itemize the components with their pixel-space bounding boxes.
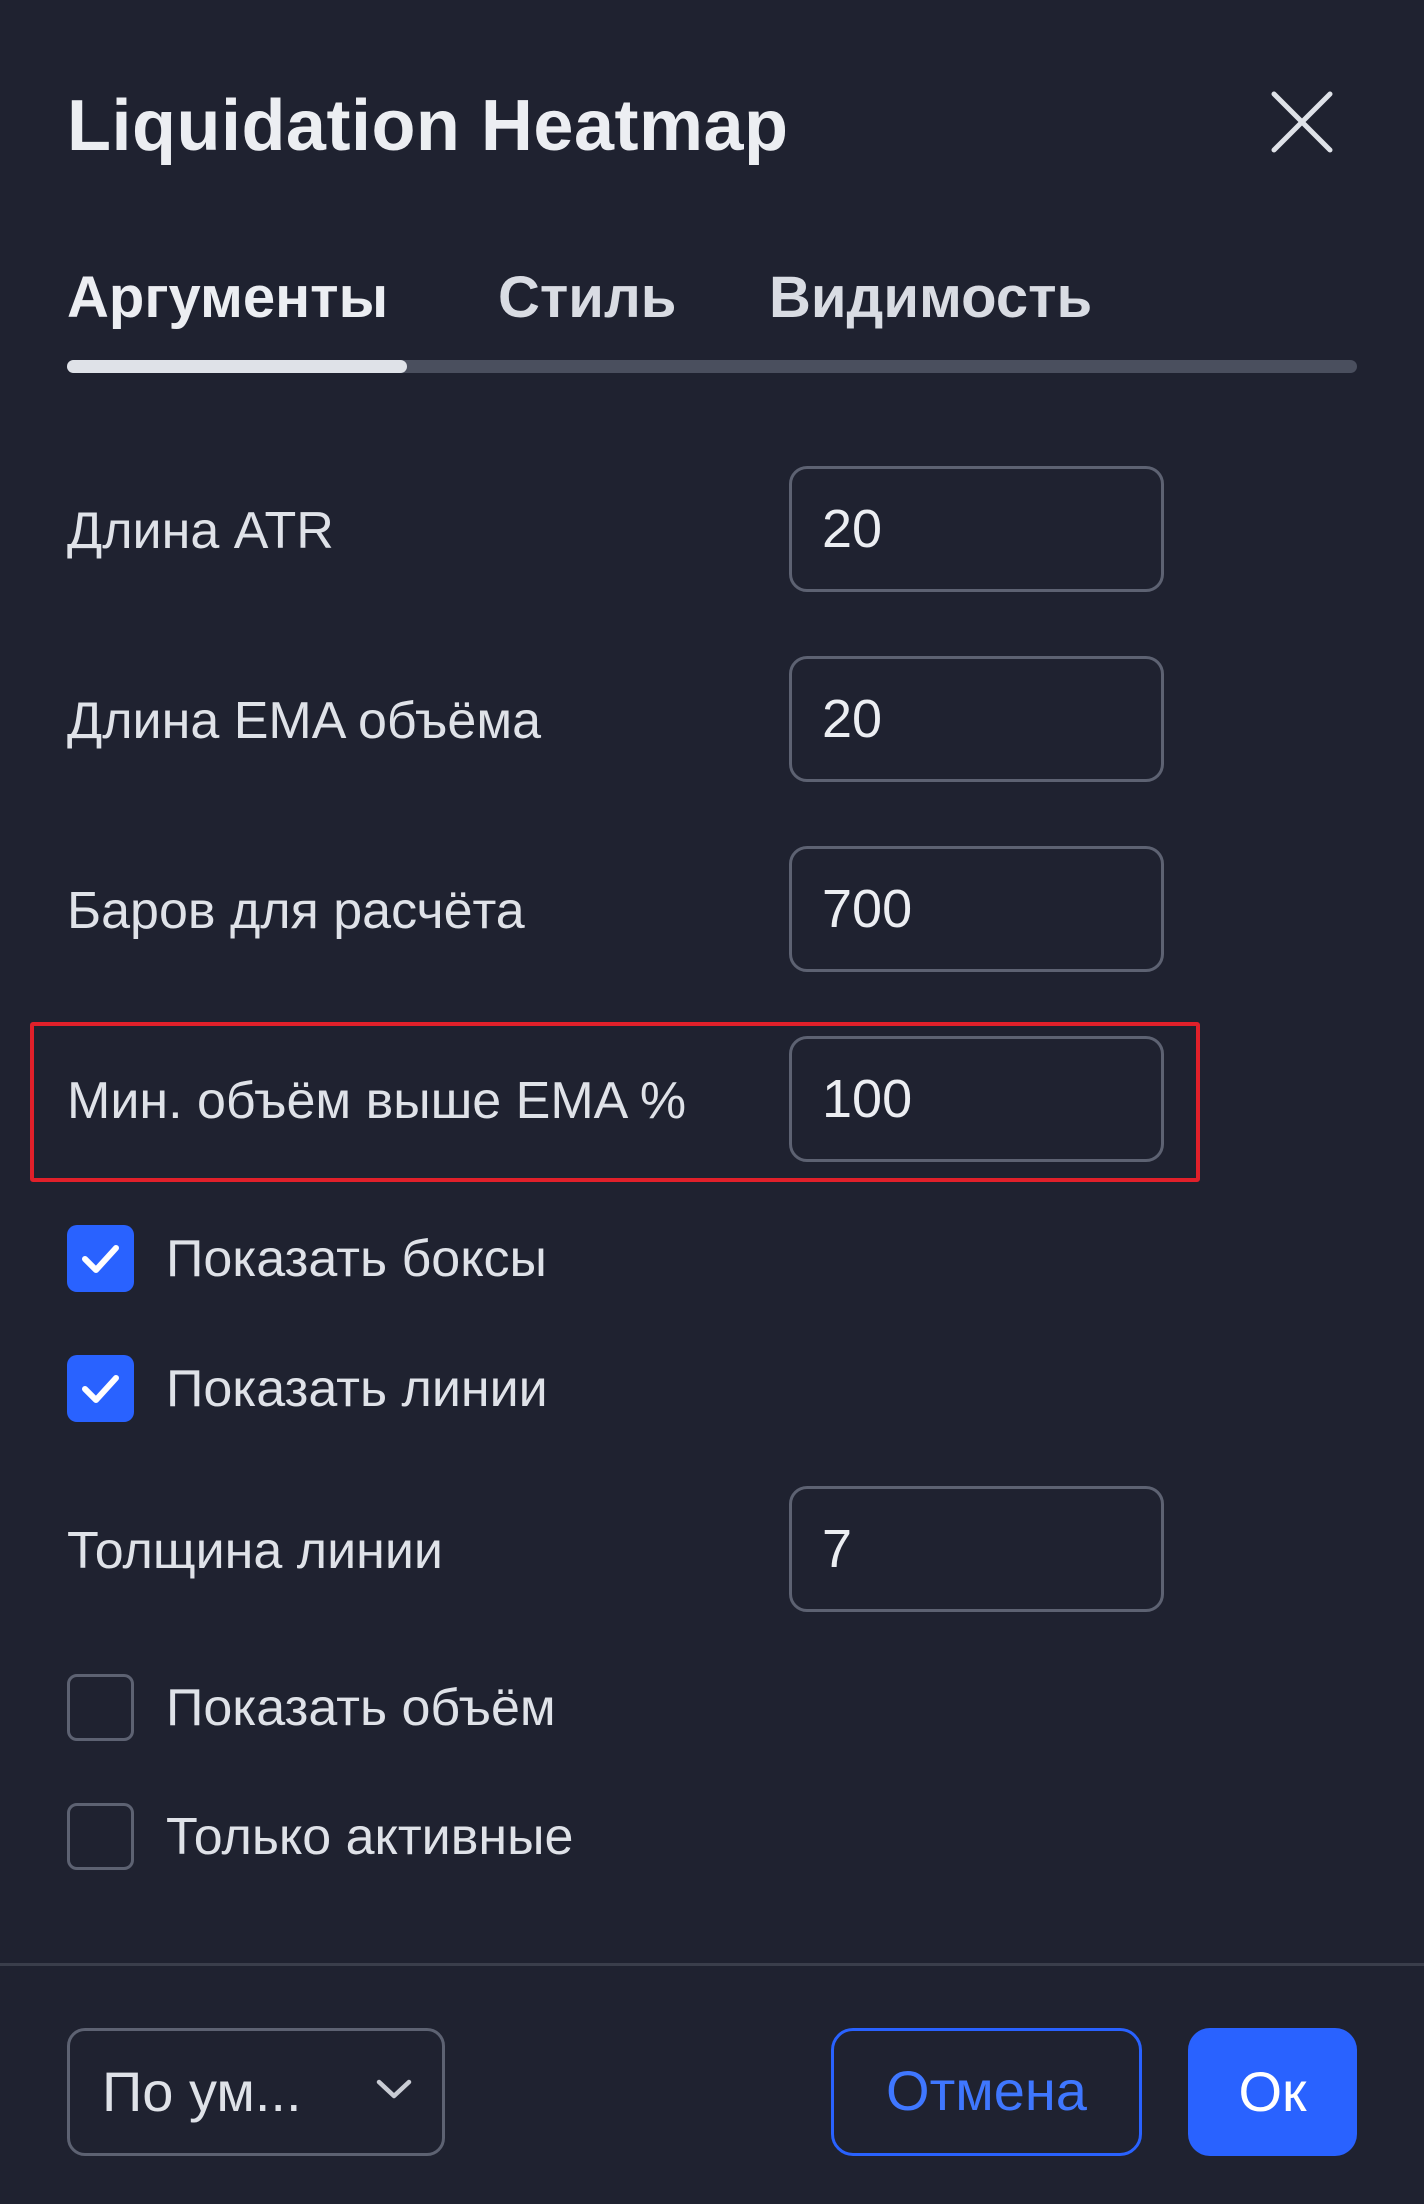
close-button[interactable]: [1270, 90, 1334, 154]
show-boxes-checkbox[interactable]: [67, 1225, 134, 1292]
ok-button[interactable]: Ок: [1188, 2028, 1357, 2156]
only-active-checkbox[interactable]: [67, 1803, 134, 1870]
min-volume-above-ema-label: Мин. объём выше EMA %: [67, 1072, 687, 1130]
show-lines-checkbox[interactable]: [67, 1355, 134, 1422]
preset-dropdown[interactable]: По ум...: [67, 2028, 445, 2156]
show-lines-label: Показать линии: [166, 1360, 548, 1418]
atr-length-input[interactable]: [789, 466, 1164, 592]
min-volume-above-ema-input[interactable]: [789, 1036, 1164, 1162]
show-boxes-label: Показать боксы: [166, 1230, 547, 1288]
settings-dialog: Liquidation Heatmap Аргументы Стиль Види…: [0, 0, 1424, 2204]
cancel-button[interactable]: Отмена: [831, 2028, 1142, 2156]
tab-arguments[interactable]: Аргументы: [67, 258, 388, 338]
preset-label: По ум...: [102, 2060, 302, 2123]
volume-ema-length-label: Длина EMA объёма: [67, 692, 542, 750]
show-volume-label: Показать объём: [166, 1679, 556, 1737]
tab-style[interactable]: Стиль: [498, 258, 676, 338]
line-width-input[interactable]: [789, 1486, 1164, 1612]
close-icon: [1271, 91, 1333, 153]
footer-divider: [0, 1963, 1424, 1966]
show-volume-checkbox[interactable]: [67, 1674, 134, 1741]
chevron-down-icon: [376, 2079, 412, 2099]
checkmark-icon: [82, 1245, 119, 1273]
atr-length-label: Длина ATR: [67, 502, 334, 560]
checkmark-icon: [82, 1375, 119, 1403]
bars-to-calc-label: Баров для расчёта: [67, 882, 525, 940]
volume-ema-length-input[interactable]: [789, 656, 1164, 782]
bars-to-calc-input[interactable]: [789, 846, 1164, 972]
line-width-label: Толщина линии: [67, 1522, 443, 1580]
tab-bar: Аргументы Стиль Видимость: [67, 258, 1357, 348]
only-active-label: Только активные: [166, 1808, 574, 1866]
dialog-title: Liquidation Heatmap: [67, 86, 789, 166]
tab-visibility[interactable]: Видимость: [769, 258, 1092, 338]
active-tab-indicator: [67, 360, 407, 373]
